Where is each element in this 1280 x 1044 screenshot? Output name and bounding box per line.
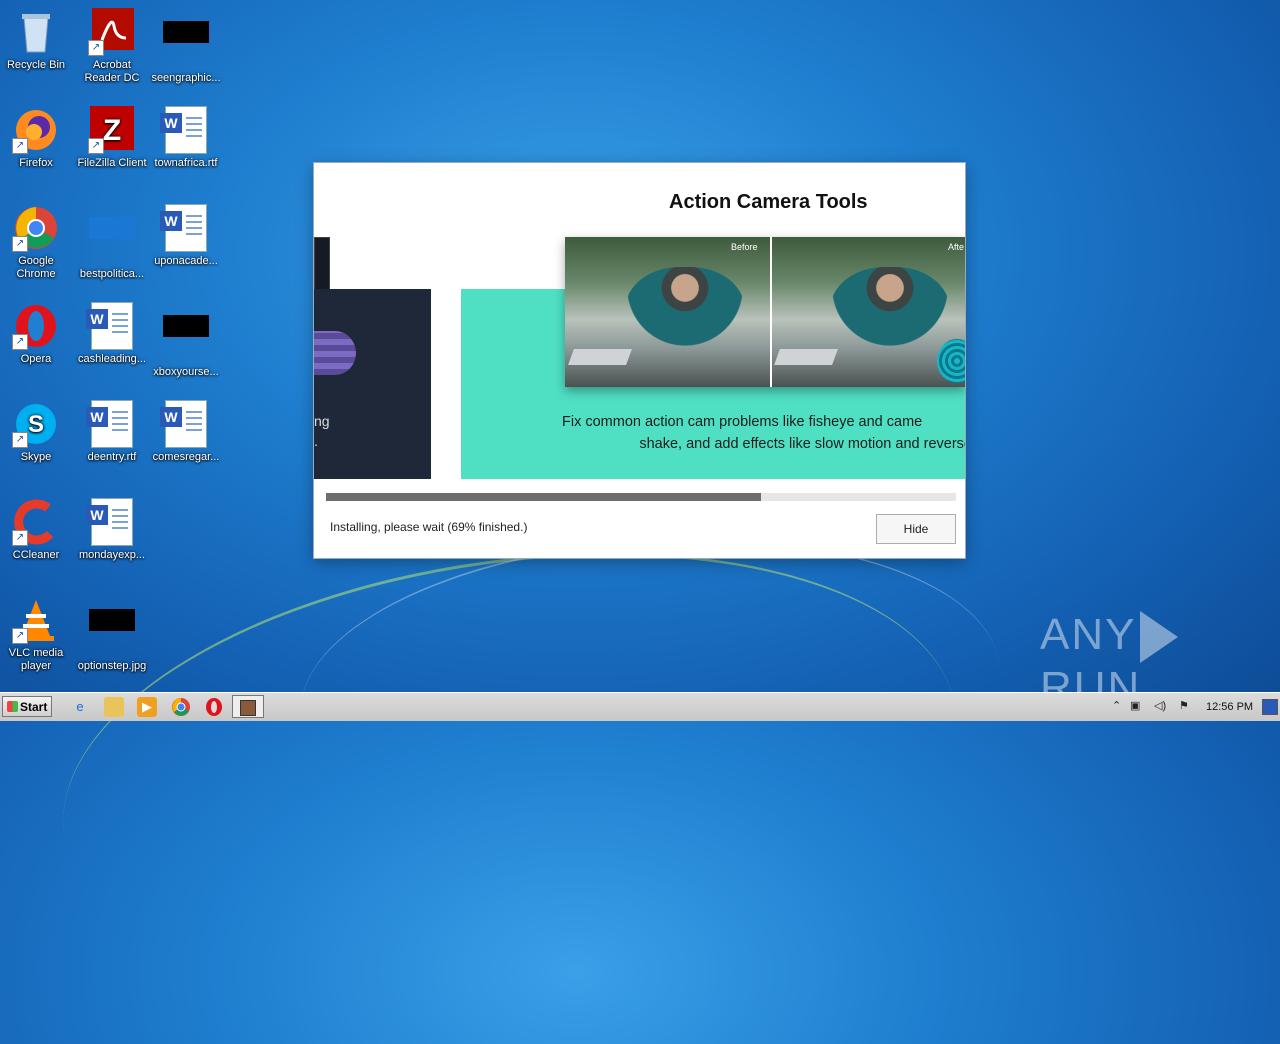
image-thumbnail-icon <box>162 315 210 363</box>
word-document-icon: W <box>160 106 210 154</box>
desktop-icon-townafrica[interactable]: W townafrica.rtf <box>149 106 223 170</box>
install-progress-bar <box>326 493 956 501</box>
shortcut-arrow-icon: ↗ <box>12 334 28 350</box>
word-document-icon: W <box>86 400 136 448</box>
previous-slide-text: . <box>314 433 318 449</box>
before-after-divider <box>770 237 772 387</box>
before-after-photo: Before Afte <box>565 237 965 387</box>
shortcut-arrow-icon: ↗ <box>12 138 28 154</box>
opera-icon[interactable] <box>204 697 224 717</box>
install-progress-fill <box>326 493 761 501</box>
word-document-icon: W <box>86 498 136 546</box>
desktop-icon-recycle-bin[interactable]: Recycle Bin <box>0 8 73 72</box>
desktop-icon-skype[interactable]: S ↗ Skype <box>0 400 73 464</box>
svg-text:Z: Z <box>103 114 121 147</box>
shortcut-arrow-icon: ↗ <box>12 236 28 252</box>
shortcut-arrow-icon: ↗ <box>12 530 28 546</box>
previous-slide-text: ng <box>314 413 330 429</box>
image-thumbnail-icon <box>162 21 210 69</box>
windows-logo-icon <box>7 701 18 712</box>
recycle-bin-icon <box>12 8 60 56</box>
system-clock[interactable]: 12:56 PM <box>1206 701 1253 713</box>
chrome-icon: ↗ <box>12 204 60 252</box>
feature-description: Fix common action cam problems like fish… <box>562 414 965 452</box>
install-status-text: Installing, please wait (69% finished.) <box>330 520 528 534</box>
installer-window: Action Camera Tools ng . Before Afte Fix… <box>314 163 965 558</box>
network-icon[interactable]: ▣ <box>1130 699 1140 712</box>
media-player-icon[interactable]: ▶ <box>137 697 157 717</box>
desktop-icon-seengraphic[interactable]: seengraphic... <box>149 8 223 85</box>
desktop-icon-cashleading[interactable]: W cashleading... <box>75 302 149 366</box>
desktop-icon-uponacade[interactable]: W uponacade... <box>149 204 223 268</box>
svg-text:S: S <box>28 411 44 438</box>
desktop-icon-firefox[interactable]: ↗ Firefox <box>0 106 73 170</box>
image-thumbnail-icon <box>88 217 136 265</box>
desktop-icon-comesregar[interactable]: W comesregar... <box>149 400 223 464</box>
acrobat-icon: ↗ <box>88 8 136 56</box>
shortcut-arrow-icon: ↗ <box>12 628 28 644</box>
desktop-icon-deentry[interactable]: W deentry.rtf <box>75 400 149 464</box>
desktop-icon-acrobat[interactable]: ↗ Acrobat Reader DC <box>75 8 149 85</box>
play-icon <box>1140 611 1179 664</box>
after-label: Afte <box>948 242 965 252</box>
internet-explorer-icon[interactable]: e <box>70 697 90 717</box>
skype-icon: S ↗ <box>12 400 60 448</box>
desktop-icon-chrome[interactable]: ↗ Google Chrome <box>0 204 73 281</box>
shortcut-arrow-icon: ↗ <box>88 40 104 56</box>
show-hidden-icons[interactable]: ⌃ <box>1112 699 1121 712</box>
word-document-icon: W <box>86 302 136 350</box>
word-document-icon: W <box>160 204 210 252</box>
before-label: Before <box>731 242 758 252</box>
explorer-folder-icon[interactable] <box>104 697 124 717</box>
filezilla-icon: Z ↗ <box>88 106 136 154</box>
word-document-icon: W <box>160 400 210 448</box>
desktop-icon-vlc[interactable]: ↗ VLC media player <box>0 596 73 673</box>
desktop-icon-opera[interactable]: ↗ Opera <box>0 302 73 366</box>
desktop-icon-optionstep[interactable]: optionstep.jpg <box>75 596 149 673</box>
firefox-icon: ↗ <box>12 106 60 154</box>
chrome-icon[interactable] <box>171 697 191 717</box>
action-center-flag-icon[interactable]: ⚑ <box>1179 699 1189 712</box>
hide-button[interactable]: Hide <box>876 514 956 544</box>
start-button[interactable]: Start <box>2 696 52 717</box>
shortcut-arrow-icon: ↗ <box>12 432 28 448</box>
opera-icon: ↗ <box>12 302 60 350</box>
desktop-icon-xboxyourse[interactable]: xboxyourse... <box>149 302 223 379</box>
desktop-icon-ccleaner[interactable]: ↗ CCleaner <box>0 498 73 562</box>
installer-title: Action Camera Tools <box>669 191 868 213</box>
desktop-icon-bestpolitica[interactable]: bestpolitica... <box>75 204 149 281</box>
desktop-icon-mondayexp[interactable]: W mondayexp... <box>75 498 149 562</box>
shortcut-arrow-icon: ↗ <box>88 138 104 154</box>
desktop-icon-filezilla[interactable]: Z ↗ FileZilla Client <box>75 106 149 170</box>
image-thumbnail-icon <box>88 609 136 657</box>
ccleaner-icon: ↗ <box>12 498 60 546</box>
previous-slide-panel <box>314 289 431 479</box>
taskbar: Start e ▶ ⌃ ▣ ◁) ⚑ 12:56 PM <box>0 692 1280 721</box>
vlc-cone-icon: ↗ <box>12 596 60 644</box>
show-desktop-button[interactable] <box>1262 699 1278 715</box>
installer-taskbar-button[interactable] <box>232 695 264 718</box>
installer-app-icon <box>240 700 256 716</box>
coin-stack-icon <box>314 331 356 375</box>
volume-icon[interactable]: ◁) <box>1154 699 1166 712</box>
